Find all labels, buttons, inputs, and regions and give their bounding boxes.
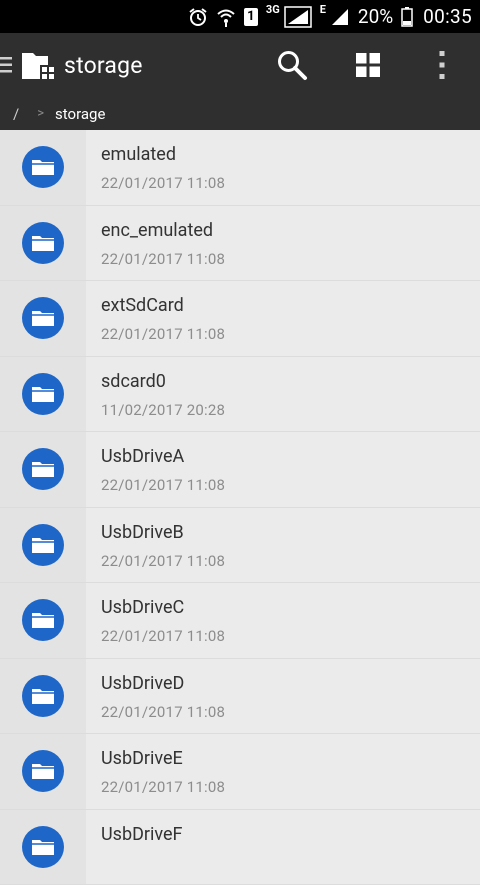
list-item[interactable]: UsbDriveF [0, 810, 480, 885]
file-date: 22/01/2017 11:08 [101, 476, 225, 494]
folder-icon-cell [0, 432, 86, 507]
file-date: 22/01/2017 11:08 [101, 174, 225, 192]
battery-percent: 20% [358, 5, 393, 29]
folder-icon-cell [0, 734, 86, 809]
file-name: emulated [101, 144, 176, 165]
folder-icon-cell [0, 357, 86, 432]
folder-icon-cell [0, 810, 86, 885]
folder-icon-cell [0, 583, 86, 658]
grid-view-button[interactable] [350, 47, 386, 83]
network-e-label: E [320, 0, 326, 22]
battery-icon [401, 5, 413, 29]
file-name: UsbDriveF [101, 824, 182, 845]
file-name: UsbDriveA [101, 446, 184, 467]
clock: 00:35 [423, 5, 472, 29]
app-bar: storage [0, 33, 480, 97]
network-3g-label: 3G [266, 0, 280, 22]
folder-icon-cell [0, 659, 86, 734]
folder-icon [22, 599, 64, 641]
list-item[interactable]: UsbDriveC 22/01/2017 11:08 [0, 583, 480, 659]
breadcrumb-separator: > [37, 106, 44, 121]
wifi-calling-icon [216, 5, 236, 29]
file-date: 22/01/2017 11:08 [101, 703, 225, 721]
file-date: 11/02/2017 20:28 [101, 401, 225, 419]
search-button[interactable] [274, 47, 310, 83]
folder-icon [22, 297, 64, 339]
file-name: enc_emulated [101, 220, 213, 241]
app-title: storage [64, 52, 143, 79]
folder-icon-cell [0, 508, 86, 583]
file-name: UsbDriveE [101, 748, 183, 769]
file-date: 22/01/2017 11:08 [101, 627, 225, 645]
sim-icon: 1 [244, 8, 258, 26]
list-item[interactable]: extSdCard 22/01/2017 11:08 [0, 281, 480, 357]
list-item[interactable]: UsbDriveA 22/01/2017 11:08 [0, 432, 480, 508]
file-list: emulated 22/01/2017 11:08 enc_emulated 2… [0, 130, 480, 885]
folder-icon [22, 222, 64, 264]
folder-icon-cell [0, 206, 86, 281]
search-icon [276, 49, 308, 81]
list-item[interactable]: emulated 22/01/2017 11:08 [0, 130, 480, 206]
folder-icon [22, 146, 64, 188]
list-item[interactable]: enc_emulated 22/01/2017 11:08 [0, 206, 480, 282]
status-bar: 1 3G E 20% 00:35 [0, 0, 480, 33]
list-item[interactable]: UsbDriveB 22/01/2017 11:08 [0, 508, 480, 584]
list-item[interactable]: sdcard0 11/02/2017 20:28 [0, 357, 480, 433]
folder-icon [22, 373, 64, 415]
file-name: UsbDriveD [101, 673, 184, 694]
list-item[interactable]: UsbDriveE 22/01/2017 11:08 [0, 734, 480, 810]
grid-view-icon [356, 53, 380, 77]
breadcrumb-root[interactable]: / [13, 105, 19, 123]
app-logo-icon[interactable] [22, 51, 56, 81]
folder-icon-cell [0, 130, 86, 205]
folder-icon [22, 448, 64, 490]
folder-icon-cell [0, 281, 86, 356]
folder-icon [22, 675, 64, 717]
overflow-menu-button[interactable] [424, 47, 460, 83]
alarm-icon [188, 5, 208, 29]
breadcrumb: / > storage [0, 97, 480, 130]
breadcrumb-current[interactable]: storage [55, 105, 105, 123]
file-name: extSdCard [101, 295, 184, 316]
file-date: 22/01/2017 11:08 [101, 250, 225, 268]
signal-icon-sim1 [284, 5, 312, 29]
list-item[interactable]: UsbDriveD 22/01/2017 11:08 [0, 659, 480, 735]
menu-icon[interactable] [0, 55, 14, 75]
signal-icon-sim2 [330, 5, 350, 29]
file-name: sdcard0 [101, 371, 166, 392]
more-vert-icon [437, 51, 447, 79]
file-date: 22/01/2017 11:08 [101, 552, 225, 570]
file-date: 22/01/2017 11:08 [101, 778, 225, 796]
folder-icon [22, 750, 64, 792]
folder-icon [22, 826, 64, 868]
file-name: UsbDriveB [101, 522, 184, 543]
folder-icon [22, 524, 64, 566]
file-name: UsbDriveC [101, 597, 184, 618]
file-date: 22/01/2017 11:08 [101, 325, 225, 343]
